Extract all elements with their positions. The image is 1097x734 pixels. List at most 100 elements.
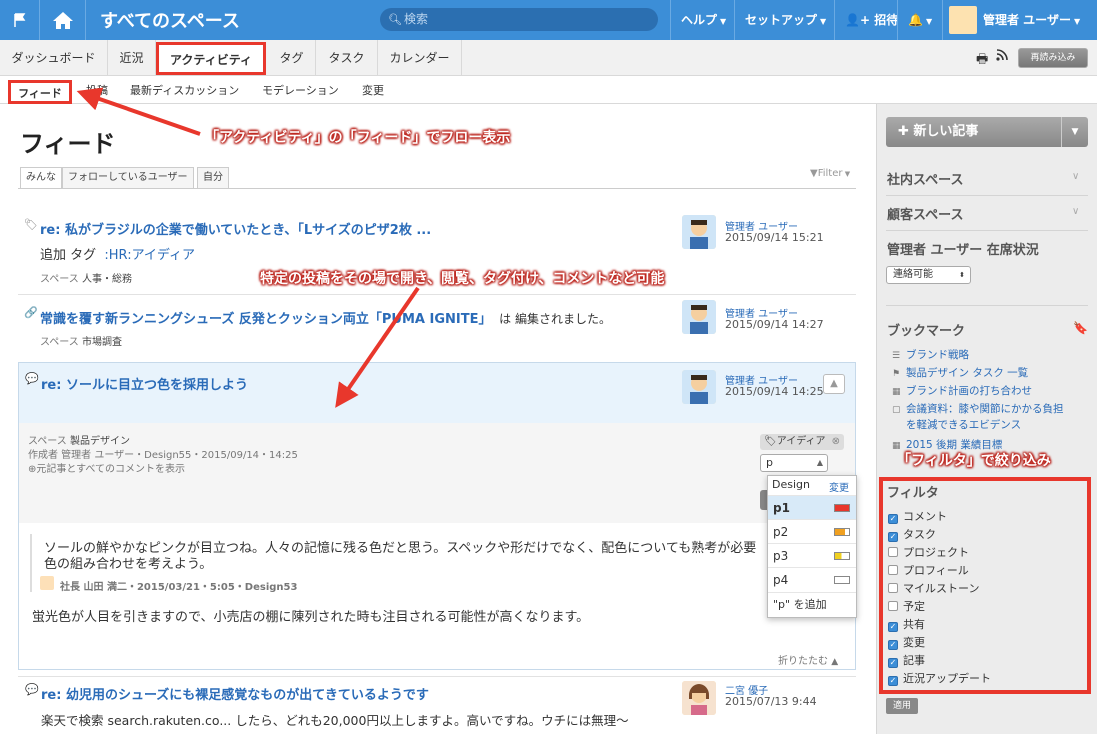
space-title[interactable]: すべてのスペース [100, 7, 240, 33]
checkbox-checked[interactable]: ✓ [888, 676, 898, 686]
presence-value: 連絡可能 [893, 269, 933, 280]
subtab-posts[interactable]: 投稿 [86, 77, 108, 104]
divider [18, 676, 856, 677]
notifications-menu[interactable]: 🔔 ▼ [897, 0, 942, 40]
close-icon[interactable]: ⊗ [832, 434, 840, 450]
tag-chip[interactable]: 🏷アイディア ⊗ [760, 434, 844, 450]
show-all-link[interactable]: ⊕元記事とすべてのコメントを表示 [28, 460, 185, 475]
checkbox-unchecked[interactable] [888, 547, 898, 557]
filter-option[interactable]: プロフィール [888, 564, 969, 577]
apply-button[interactable]: 適用 [886, 698, 918, 714]
bookmark-label: 会議資料：膝や関節にかかる負担 [906, 403, 1064, 415]
checkbox-checked[interactable]: ✓ [888, 532, 898, 542]
tag-option[interactable]: p4 [768, 567, 856, 591]
user-menu[interactable]: 管理者 ユーザー ▼ [942, 0, 1090, 40]
home-icon[interactable] [40, 0, 86, 40]
rss-icon[interactable] [996, 49, 1008, 65]
filter-tab-everyone[interactable]: みんな [20, 167, 62, 188]
post-title[interactable]: 常識を覆す新ランニングシューズ 反発とクッション両立「PUMA IGNITE」 [40, 312, 491, 327]
tab-tags[interactable]: タグ [268, 40, 316, 76]
add-tag-option[interactable]: "p" を追加 [768, 592, 856, 618]
collapse-up-button[interactable]: ▲ [823, 374, 845, 394]
chevron-down-icon[interactable]: ∨ [1072, 171, 1079, 182]
filter-tab-following[interactable]: フォローしているユーザー [62, 167, 194, 188]
subtab-feed[interactable]: フィード [8, 80, 72, 104]
avatar[interactable] [40, 576, 54, 590]
chevron-down-icon[interactable]: ∨ [1072, 206, 1079, 217]
page-title: フィード [20, 130, 116, 158]
new-post-menu-button[interactable]: ▼ [1061, 117, 1088, 147]
tab-status[interactable]: 近況 [108, 40, 156, 76]
tab-dashboard[interactable]: ダッシュボード [0, 40, 108, 76]
filter-option[interactable]: ✓ 変更 [888, 636, 925, 650]
filter-option[interactable]: ✓ 近況アップデート [888, 672, 991, 686]
avatar[interactable] [682, 370, 716, 404]
checkbox-checked[interactable]: ✓ [888, 514, 898, 524]
post-title[interactable]: re: ソールに目立つ色を採用しよう [41, 374, 248, 393]
bookmark-item[interactable]: ☰ ブランド戦略 [892, 349, 969, 363]
collapse-link[interactable]: 折りたたむ ▲ [778, 652, 838, 667]
subtab-changes[interactable]: 変更 [362, 77, 384, 104]
filter-option[interactable]: プロジェクト [888, 546, 969, 559]
filter-option[interactable]: 予定 [888, 600, 925, 613]
checkbox-checked[interactable]: ✓ [888, 640, 898, 650]
avatar[interactable] [682, 215, 716, 249]
bookmark-item-continued[interactable]: を軽減できるエビデンス [906, 419, 1021, 432]
filter-option[interactable]: ✓ 記事 [888, 654, 925, 668]
setup-menu[interactable]: セットアップ ▼ [734, 0, 836, 40]
post-title[interactable]: re: 私がブラジルの企業で働いていたとき、「Lサイズのピザ2枚 ... [40, 219, 431, 238]
filter-option[interactable]: ✓ コメント [888, 510, 947, 524]
subtab-latest-discussion[interactable]: 最新ディスカッション [130, 77, 239, 104]
tag-link[interactable]: :HR:アイディア [104, 248, 195, 263]
tag-input[interactable]: p ▲ [760, 454, 828, 472]
search-input[interactable]: 🔍︎ 検索 [380, 8, 658, 31]
quote-text-2: 色の組み合わせを考えよう。 [44, 557, 213, 572]
filter-option[interactable]: ✓ 共有 [888, 618, 925, 632]
help-menu[interactable]: ヘルプ ▼ [670, 0, 736, 40]
filter-option[interactable]: ✓ タスク [888, 528, 936, 542]
section-customer-spaces[interactable]: 顧客スペース [887, 204, 963, 223]
color-swatch [834, 552, 850, 560]
tab-calendar[interactable]: カレンダー [378, 40, 462, 76]
post-space: スペース 製品デザイン [28, 432, 130, 447]
chevron-down-icon: ▲ [816, 458, 823, 467]
checkbox-checked[interactable]: ✓ [888, 622, 898, 632]
avatar[interactable] [682, 681, 716, 715]
dropdown-change-link[interactable]: 変更 [829, 479, 849, 494]
presence-select[interactable]: 連絡可能 ⬍ [886, 266, 971, 284]
print-icon[interactable]: 🖶 [976, 50, 988, 72]
color-swatch [834, 504, 850, 512]
checkbox-unchecked[interactable] [888, 565, 898, 575]
subtab-moderation[interactable]: モデレーション [262, 77, 339, 104]
tab-activity[interactable]: アクティビティ [156, 42, 266, 75]
tag-option[interactable]: p3 [768, 543, 856, 567]
new-post-button[interactable]: ✚ 新しい記事 [886, 117, 1088, 147]
filter-option-label: コメント [903, 510, 947, 523]
divider [18, 188, 856, 189]
checkbox-unchecked[interactable] [888, 583, 898, 593]
filter-option-label: 近況アップデート [903, 672, 991, 685]
add-user-icon: 👤+ [845, 13, 875, 27]
space-name[interactable]: 人事・総務 [82, 274, 132, 285]
flag-icon[interactable] [0, 0, 40, 40]
list-icon: ☰ [892, 351, 901, 361]
post-title[interactable]: re: 幼児用のシューズにも裸足感覚なものが出てきているようです [41, 684, 429, 703]
plus-icon: ✚ [898, 124, 914, 139]
bookmark-item[interactable]: ▢ 会議資料：膝や関節にかかる負担 [892, 403, 1064, 417]
tag-option[interactable]: p2 [768, 519, 856, 543]
checkbox-checked[interactable]: ✓ [888, 658, 898, 668]
post-line: 追加 タグ :HR:アイディア [40, 244, 195, 263]
filter-tab-me[interactable]: 自分 [197, 167, 229, 188]
filter-dropdown[interactable]: ▼Filter ▼ [810, 168, 850, 179]
bookmark-item[interactable]: ⚑ 製品デザイン タスク 一覧 [892, 367, 1028, 381]
section-internal-spaces[interactable]: 社内スペース [887, 169, 963, 188]
avatar[interactable] [682, 300, 716, 334]
checkbox-unchecked[interactable] [888, 601, 898, 611]
tag-option[interactable]: p1 [768, 495, 856, 519]
space-name[interactable]: 市場調査 [82, 337, 122, 348]
filter-option[interactable]: マイルストーン [888, 582, 979, 595]
reload-button[interactable]: 再読み込み [1018, 48, 1088, 68]
bookmark-item[interactable]: ▦ ブランド計画の打ち合わせ [892, 385, 1032, 399]
bookmark-label: 製品デザイン タスク 一覧 [906, 367, 1029, 379]
tab-tasks[interactable]: タスク [316, 40, 378, 76]
